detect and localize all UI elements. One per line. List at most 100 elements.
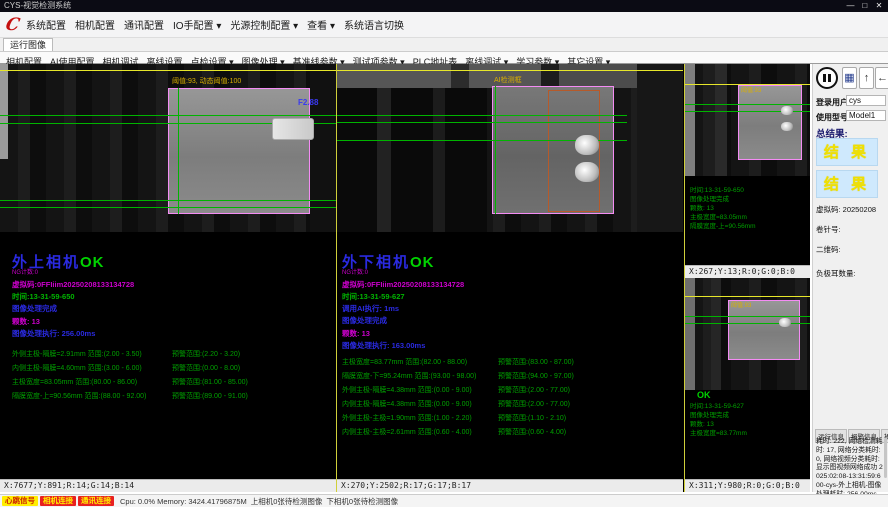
- readout-line: 图像处理完成: [690, 411, 808, 420]
- log-text: 耗时: 222, 网络检测耗时: 17, 网络分类耗时: 0, 网络视频分类耗时…: [816, 438, 884, 500]
- count-label: 颗数: 13: [12, 316, 332, 327]
- measure-warn-range: 预警范围:(2.00 - 77.00): [498, 399, 570, 409]
- measure-warn-range: 预警范围:(89.00 - 91.00): [172, 391, 248, 401]
- result-box-1: 结 果: [816, 138, 878, 166]
- guide-line-yellow: [685, 296, 810, 297]
- image-artifact: [0, 64, 8, 159]
- camera-image-middle[interactable]: AI检测框: [337, 64, 683, 232]
- keyboard-button[interactable]: ▦: [842, 67, 857, 89]
- camera-connect-badge: 相机连接: [40, 496, 76, 506]
- arrow-up-button[interactable]: ↑: [859, 67, 874, 89]
- measure-warn-range: 预警范围:(81.00 - 85.00): [172, 377, 248, 387]
- measure-value-range: 外侧主极-隔膜=2.91mm 范围:(2.00 - 3.50): [12, 349, 172, 359]
- menu-items: 系统配置相机配置通讯配置 IO手配置 ▾ 光源控制配置 ▾ 查看 ▾ 系统语言切换: [26, 12, 413, 38]
- pause-button[interactable]: [816, 67, 838, 89]
- camera-image-right-top[interactable]: 阈值:93: [685, 64, 810, 176]
- menu-item[interactable]: 查看 ▾: [307, 14, 335, 40]
- ai-exec-label: 调用AI执行: 1ms: [342, 303, 680, 314]
- menu-item[interactable]: 系统配置: [26, 14, 66, 40]
- panel-buttons: ▦ ↑ ←: [815, 66, 887, 92]
- view-divider: [336, 64, 337, 492]
- control-panel: ▦ ↑ ← 登录用户: cys 使用型号: Model1 总结果: 结 果 结 …: [812, 64, 888, 492]
- electrode-roi-box: [738, 85, 802, 160]
- measure-warn-range: 预警范围:(2.20 - 3.20): [172, 349, 240, 359]
- measurement-row: 内侧主极-主极=2.61mm 范围:(0.60 - 4.00)预警范围:(0.6…: [342, 425, 680, 439]
- bright-spot: [575, 135, 599, 155]
- guide-line-yellow: [337, 70, 683, 71]
- measure-line-green: [337, 122, 627, 123]
- menu-item[interactable]: 通讯配置: [124, 14, 164, 40]
- camera-status-ok: OK: [80, 254, 105, 271]
- lower-camera-queue-label: 下相机0张待检测图像: [326, 496, 398, 507]
- threshold-overlay-label: 阈值:93, 动态阈值:100: [172, 78, 241, 86]
- right-top-readout: 时间:13-31-59-650图像处理完成颗数: 13主极宽度=83.05mm隔…: [690, 186, 808, 231]
- camera-image-left[interactable]: 阈值:93, 动态阈值:100 F2.88: [0, 64, 336, 232]
- camera-image-right-bottom[interactable]: 阈值:93: [685, 278, 810, 390]
- measure-line-green: [0, 207, 336, 208]
- readout-line: 时间:13-31-59-650: [690, 186, 808, 195]
- view-divider: [684, 64, 685, 492]
- bright-spot: [781, 106, 793, 115]
- menu-item[interactable]: 光源控制配置 ▾: [230, 14, 298, 40]
- heartbeat-badge: 心跳信号: [2, 496, 38, 506]
- coords-bar-middle: X:270;Y:2502;R:17;G:17;B:17: [337, 479, 683, 492]
- maximize-button[interactable]: □: [859, 0, 871, 12]
- ng-count-label: NG计数:0: [12, 270, 332, 277]
- measure-warn-range: 预警范围:(1.10 - 2.10): [498, 413, 566, 423]
- readout-line: 主极宽度=83.77mm: [690, 429, 808, 438]
- barcode-label: 虚拟码:0FFIiim20250208133134728: [12, 279, 332, 290]
- close-button[interactable]: ✕: [873, 0, 885, 12]
- measure-line-green: [0, 115, 336, 116]
- qrcode-label: 二维码:: [816, 244, 841, 255]
- measure-warn-range: 预警范围:(2.00 - 77.00): [498, 385, 570, 395]
- pause-icon: [823, 74, 826, 82]
- focus-overlay-label: F2.88: [298, 98, 318, 107]
- ng-count-label: NG计数:0: [342, 270, 680, 277]
- result-box-2: 结 果: [816, 170, 878, 198]
- ai-box-overlay-label: AI检测框: [494, 77, 522, 85]
- count-label: 颗数: 13: [342, 328, 680, 339]
- coords-bar-left: X:7677;Y:891;R:14;G:14;B:14: [0, 479, 336, 492]
- readout-line: 主极宽度=83.05mm: [690, 213, 808, 222]
- status-bar: 心跳信号 相机连接 通讯连接 Cpu: 0.0% Memory: 3424.41…: [0, 494, 888, 507]
- measurement-row: 外侧主极-隔膜=4.38mm 范围:(0.00 - 9.00)预警范围:(2.0…: [342, 383, 680, 397]
- measure-value-range: 主极宽度=83.77mm 范围:(82.00 - 88.00): [342, 357, 498, 367]
- tab-run-image[interactable]: 运行图像: [3, 38, 53, 51]
- login-user-field[interactable]: cys: [846, 95, 886, 106]
- measure-line-green-vertical: [178, 88, 179, 214]
- right-bottom-readout: 时间:13-31-59-627图像处理完成颗数: 13主极宽度=83.77mm: [690, 402, 808, 438]
- tab-connector-object: [272, 118, 314, 140]
- menu-item[interactable]: 相机配置: [75, 14, 115, 40]
- exec-time-label: 图像处理执行: 163.00ms: [342, 340, 680, 351]
- bright-spot: [575, 162, 599, 182]
- middle-camera-info: 外下相机OK NG计数:0 虚拟码:0FFIiim202502081331347…: [342, 254, 680, 439]
- readout-line: 时间:13-31-59-627: [690, 402, 808, 411]
- minimize-button[interactable]: —: [845, 0, 857, 12]
- image-artifact: [715, 64, 727, 176]
- exec-time-label: 图像处理执行: 256.00ms: [12, 328, 332, 339]
- barcode-label: 虚拟码:0FFIiim20250208133134728: [342, 279, 680, 290]
- menu-item[interactable]: IO手配置 ▾: [173, 14, 221, 40]
- readout-line: 颗数: 13: [690, 420, 808, 429]
- coords-bar-right-top: X:267;Y:13;R:0;G:0;B:0: [685, 265, 810, 278]
- measure-value-range: 外侧主极-隔膜=4.38mm 范围:(0.00 - 9.00): [342, 385, 498, 395]
- arrow-left-button[interactable]: ←: [875, 67, 888, 89]
- readout-line: 颗数: 13: [690, 204, 808, 213]
- neg-tab-count-label: 负极耳数量:: [816, 268, 856, 279]
- model-field[interactable]: Model1: [846, 110, 886, 121]
- app-window: CYS-视觉检测系统 — □ ✕ C 系统配置相机配置通讯配置IO手配置 ▾光源…: [0, 0, 888, 522]
- menu-item[interactable]: 系统语言切换: [344, 14, 404, 40]
- measure-value-range: 隔膜宽度-上=90.56mm 范围:(88.00 - 92.00): [12, 391, 172, 401]
- tab-strip: 运行图像: [0, 38, 888, 51]
- measure-line-green: [337, 115, 627, 116]
- image-artifact: [377, 88, 391, 232]
- measure-line-green: [0, 200, 336, 201]
- measure-warn-range: 预警范围:(0.60 - 4.00): [498, 427, 566, 437]
- measure-value-range: 主极宽度=83.05mm 范围:(80.00 - 86.00): [12, 377, 172, 387]
- needle-no-label: 卷针号:: [816, 224, 841, 235]
- coords-bar-right-bottom: X:311;Y:980;R:0;G:0;B:0: [685, 479, 810, 492]
- image-artifact: [637, 64, 683, 232]
- image-artifact: [337, 88, 487, 232]
- log-scrollbar[interactable]: [884, 438, 887, 478]
- measure-line-green: [685, 104, 810, 105]
